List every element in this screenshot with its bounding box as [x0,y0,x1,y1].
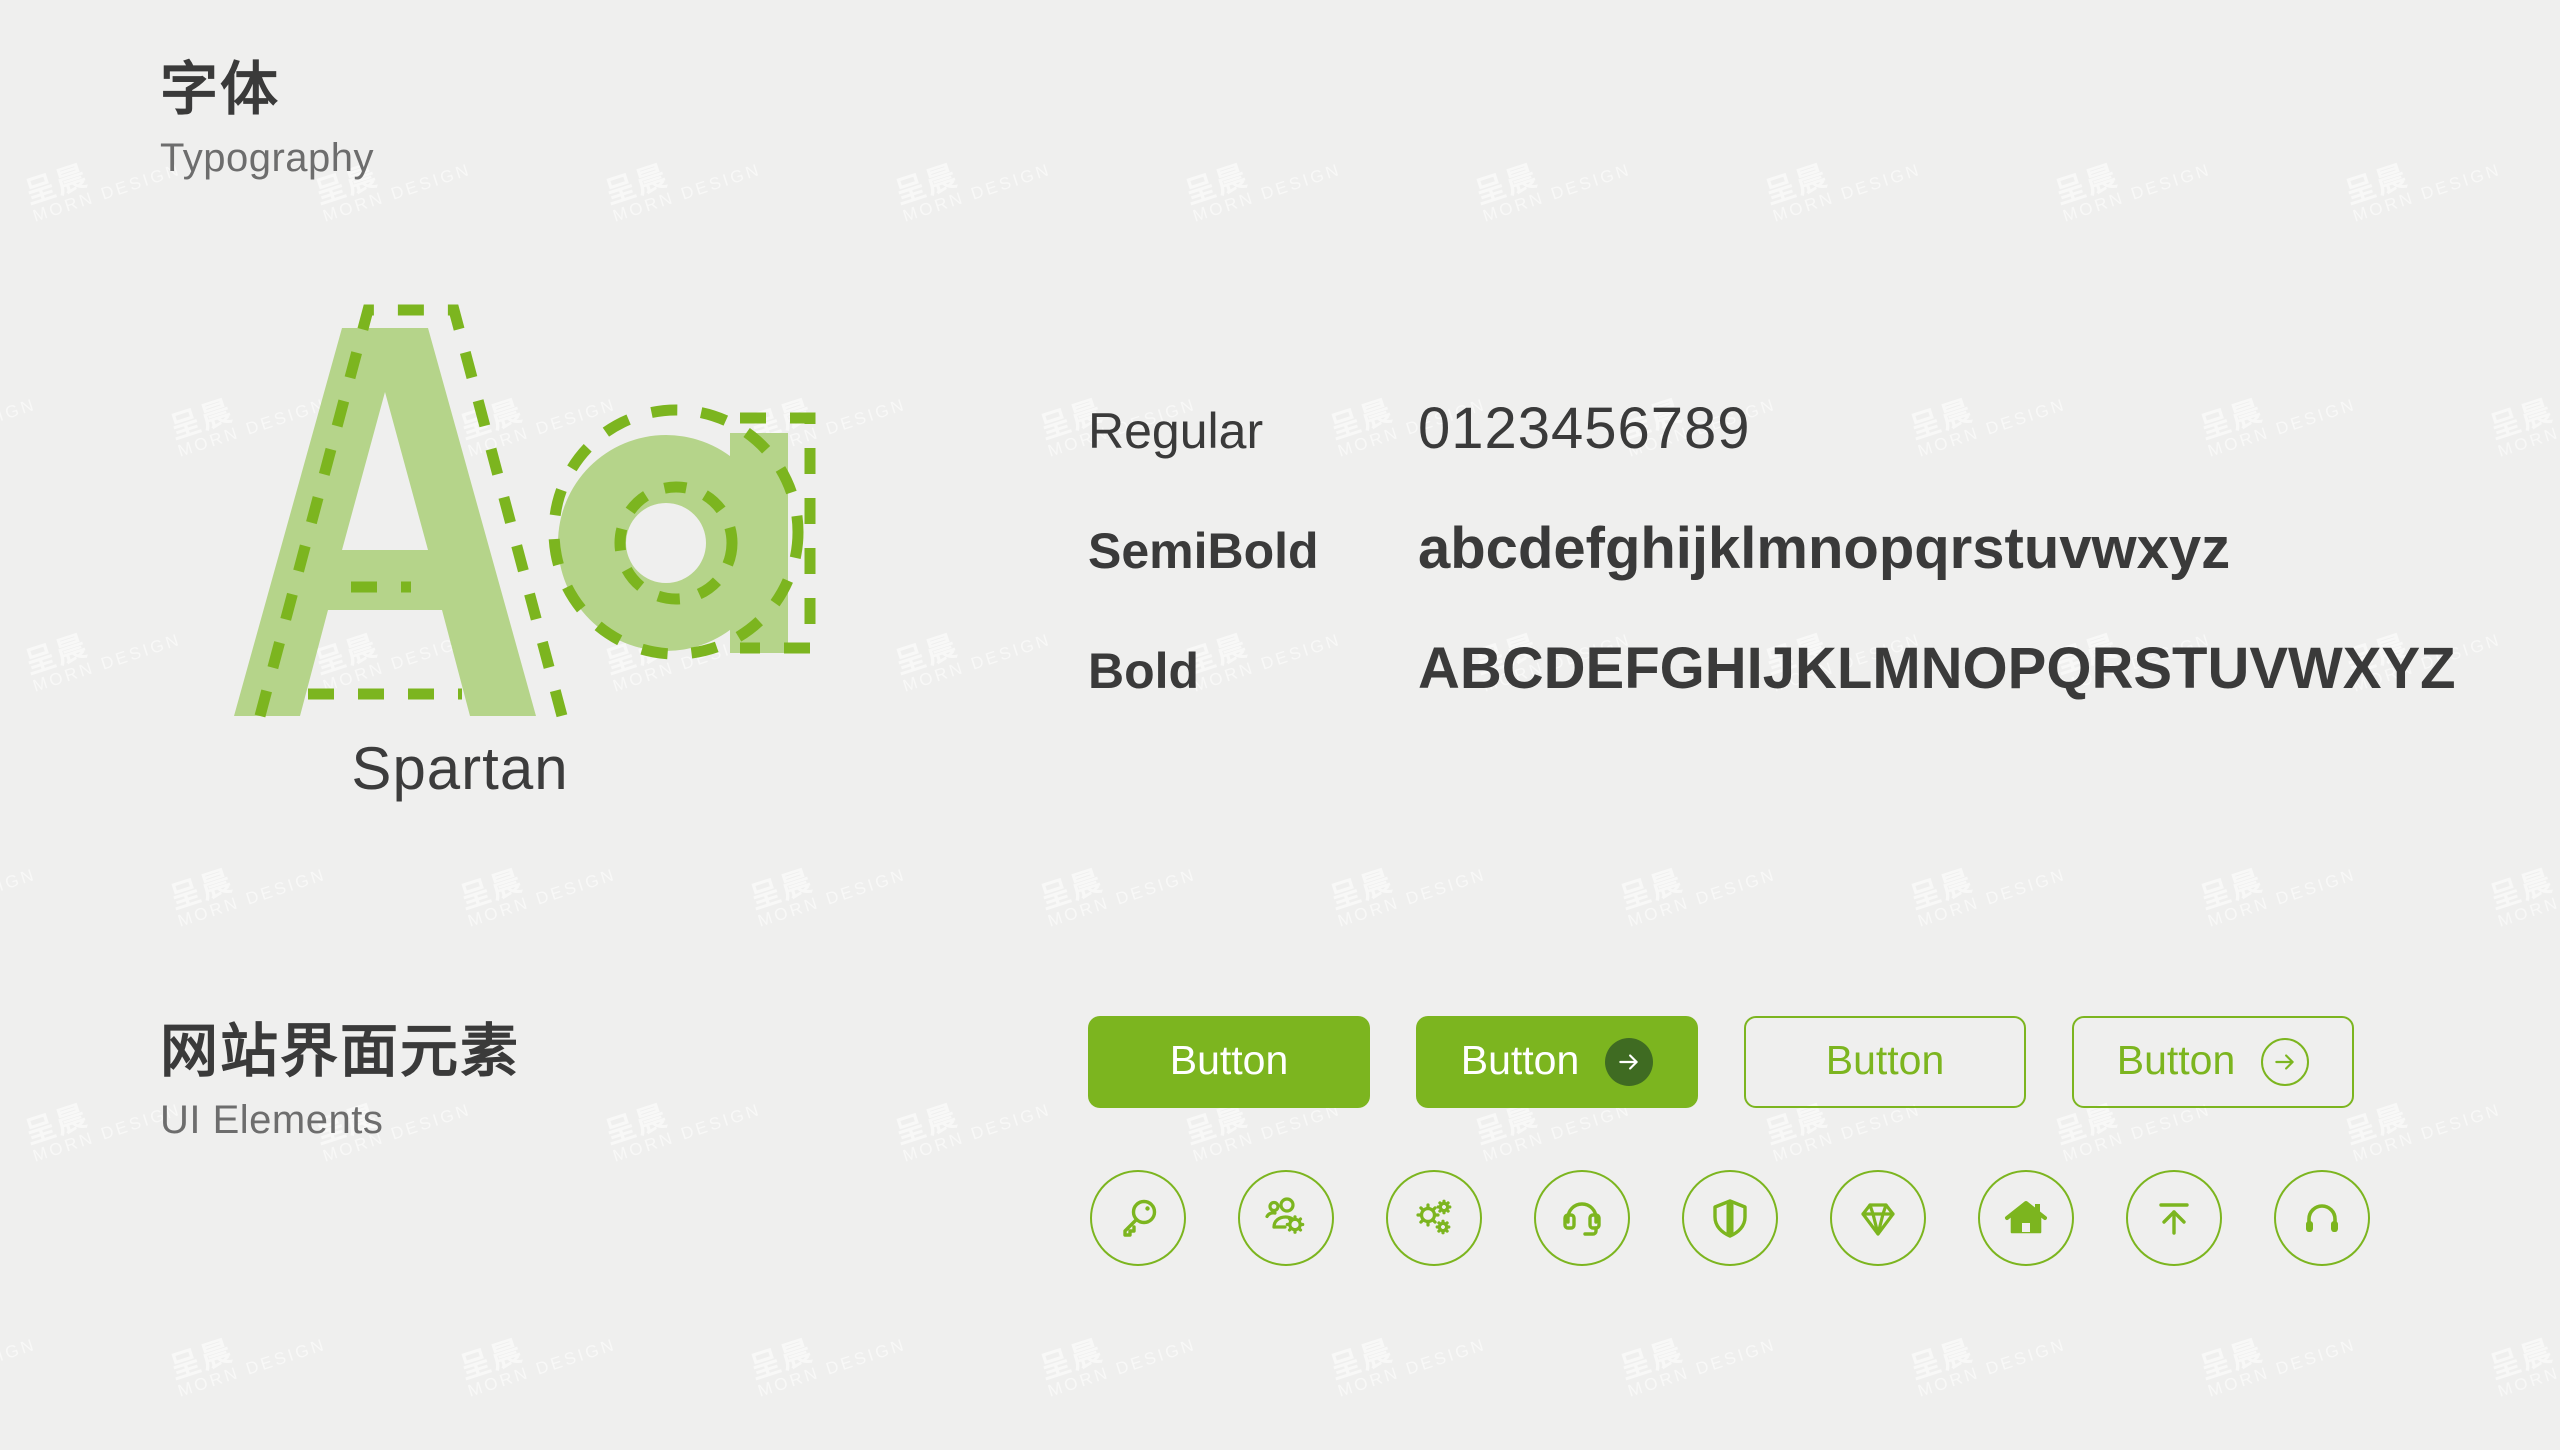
home-icon-button[interactable] [1978,1170,2074,1266]
watermark-tile: 呈晨MORN DESIGN [1761,159,1924,226]
button-label: Button [1460,1036,1580,1083]
typography-section-heading: 字体 Typography [160,58,374,182]
watermark-tile: 呈晨MORN DESIGN [0,1334,39,1400]
aa-glyph-graphic [234,304,816,718]
watermark-tile: 呈晨MORN DESIGN [891,1099,1054,1166]
upload-icon [2159,1203,2189,1235]
watermark-tile: 呈晨MORN DESIGN [746,1334,909,1401]
watermark-tile: 呈晨MORN DESIGN [0,864,39,930]
gears-settings-icon-button[interactable] [1386,1170,1482,1266]
button-solid[interactable]: Button [1088,1016,1370,1108]
weight-label: Bold [1088,643,1200,699]
watermark-tile: 呈晨MORN DESIGN [2341,1099,2504,1166]
button-label: Button [2116,1036,2236,1083]
diamond-icon-button[interactable] [1830,1170,1926,1266]
watermark-tile: 呈晨MORN DESIGN [2486,1334,2560,1401]
watermark-tile: 呈晨MORN DESIGN [166,864,329,931]
watermark-tile: 呈晨MORN DESIGN [2051,159,2214,226]
ui-title-en: UI Elements [160,1097,384,1142]
ui-elements-section-heading: 网站界面元素 UI Elements [160,1020,520,1144]
watermark-tile: 呈晨MORN DESIGN [2486,864,2560,931]
icon-showcase [1090,1170,2370,1266]
typography-title-en: Typography [160,135,375,180]
button-outline-arrow[interactable]: Button [2072,1016,2354,1108]
font-specimen: Spartan [110,300,870,803]
weight-label: Regular [1088,403,1264,459]
home-icon [2005,1201,2047,1234]
arrow-right-icon [2261,1038,2310,1086]
font-family-name: Spartan [351,735,569,802]
watermark-tile: 呈晨MORN DESIGN [1036,864,1199,931]
weight-label: SemiBold [1088,523,1319,579]
watermark-tile: 呈晨MORN DESIGN [2196,1334,2359,1401]
key-icon [1123,1199,1157,1237]
watermark-tile: 呈晨MORN DESIGN [1906,864,2069,931]
headphones-icon-button[interactable] [2274,1170,2370,1266]
shield-icon-button[interactable] [1682,1170,1778,1266]
weight-row: Bold ABCDEFGHIJKLMNOPQRSTUVWXYZ [1088,635,2456,755]
button-outline[interactable]: Button [1744,1016,2026,1108]
upload-icon-button[interactable] [2126,1170,2222,1266]
headset-support-icon-button[interactable] [1534,1170,1630,1266]
button-label: Button [1169,1036,1289,1083]
watermark-tile: 呈晨MORN DESIGN [1326,1334,1489,1401]
watermark-tile: 呈晨MORN DESIGN [1906,1334,2069,1401]
weight-sample: 0123456789 [1418,396,1751,461]
watermark-tile: 呈晨MORN DESIGN [2196,864,2359,931]
watermark-tile: 呈晨MORN DESIGN [0,394,39,460]
watermark-tile: 呈晨MORN DESIGN [1471,159,1634,226]
watermark-tile: 呈晨MORN DESIGN [1616,864,1779,931]
weight-sample: abcdefghijklmnopqrstuvwxyz [1418,516,2231,581]
ui-title-cn: 网站界面元素 [160,1019,521,1084]
typography-title-cn: 字体 [160,57,281,122]
gears-settings-icon [1416,1199,1452,1235]
weight-row: Regular 0123456789 [1088,395,2456,515]
button-label: Button [1825,1036,1945,1083]
button-solid-arrow[interactable]: Button [1416,1016,1698,1108]
font-weights-table: Regular 0123456789 SemiBold abcdefghijkl… [1088,395,2456,755]
watermark-tile: 呈晨MORN DESIGN [746,864,909,931]
button-showcase: Button Button Button Button [1088,1016,2354,1108]
specimen-letterforms [110,300,850,730]
watermark-tile: 呈晨MORN DESIGN [601,1099,764,1166]
headset-support-icon [1563,1202,1601,1236]
watermark-tile: 呈晨MORN DESIGN [1326,864,1489,931]
arrow-right-icon [1605,1038,1654,1086]
watermark-tile: 呈晨MORN DESIGN [891,629,1054,696]
weight-sample: ABCDEFGHIJKLMNOPQRSTUVWXYZ [1418,636,2456,701]
watermark-tile: 呈晨MORN DESIGN [891,159,1054,226]
key-icon-button[interactable] [1090,1170,1186,1266]
watermark-tile: 呈晨MORN DESIGN [601,159,764,226]
watermark-tile: 呈晨MORN DESIGN [2341,159,2504,226]
watermark-tile: 呈晨MORN DESIGN [2486,394,2560,461]
watermark-tile: 呈晨MORN DESIGN [1036,1334,1199,1401]
diamond-icon [1861,1203,1895,1236]
headphones-icon [2306,1204,2338,1232]
weight-row: SemiBold abcdefghijklmnopqrstuvwxyz [1088,515,2456,635]
watermark-tile: 呈晨MORN DESIGN [1181,159,1344,226]
watermark-tile: 呈晨MORN DESIGN [1616,1334,1779,1401]
watermark-tile: 呈晨MORN DESIGN [166,1334,329,1401]
user-settings-icon [1265,1197,1305,1234]
watermark-tile: 呈晨MORN DESIGN [456,864,619,931]
user-settings-icon-button[interactable] [1238,1170,1334,1266]
shield-icon [1713,1199,1747,1238]
glyph-a-stem-fill [730,433,788,653]
watermark-tile: 呈晨MORN DESIGN [456,1334,619,1401]
